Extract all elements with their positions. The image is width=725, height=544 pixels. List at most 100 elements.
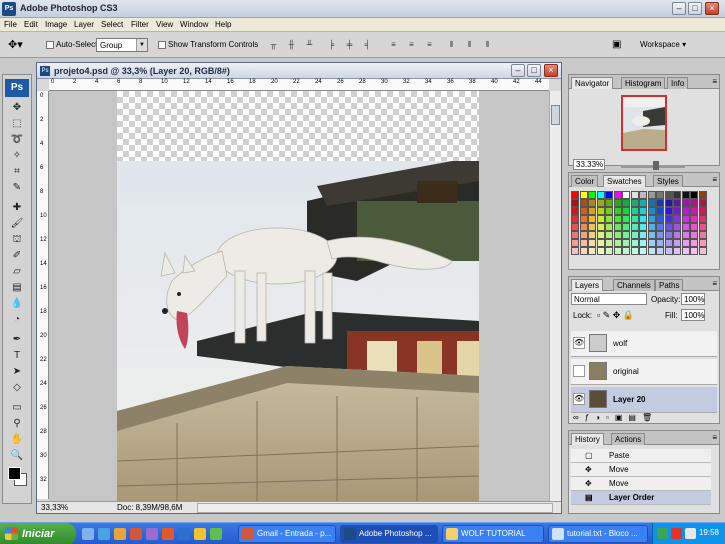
task-notepad[interactable]: tutorial.txt - Bloco ... (548, 525, 648, 543)
color-swatch[interactable] (588, 199, 596, 207)
color-swatch[interactable] (571, 239, 579, 247)
color-swatch[interactable] (698, 215, 707, 223)
app-icon[interactable] (210, 528, 222, 540)
color-swatch[interactable] (698, 239, 707, 247)
eraser-tool-icon[interactable]: ▱ (9, 265, 25, 279)
menu-help[interactable]: Help (215, 20, 231, 29)
distribute-bottom-icon[interactable]: ≡ (424, 40, 435, 50)
color-swatch[interactable] (579, 207, 588, 215)
align-left-icon[interactable]: ╞ (326, 40, 337, 50)
layer-row-original[interactable]: original (571, 359, 717, 385)
show-desktop-icon[interactable] (82, 528, 94, 540)
color-swatch[interactable] (605, 191, 613, 199)
gradient-tool-icon[interactable]: ▤ (9, 281, 25, 295)
color-swatch[interactable] (579, 223, 588, 231)
color-swatch[interactable] (647, 199, 656, 207)
color-swatch[interactable] (647, 207, 656, 215)
color-swatch[interactable] (698, 247, 707, 255)
app-icon[interactable] (178, 528, 190, 540)
color-swatch[interactable] (690, 191, 698, 199)
color-swatch[interactable] (630, 191, 639, 199)
distribute-vcenter-icon[interactable]: ≡ (406, 40, 417, 50)
eye-icon[interactable]: 👁 (573, 393, 585, 405)
color-swatch[interactable] (656, 215, 664, 223)
doc-minimize-button[interactable]: – (511, 64, 525, 77)
color-swatch[interactable] (596, 215, 605, 223)
color-swatch[interactable] (579, 231, 588, 239)
color-swatch[interactable] (571, 207, 579, 215)
color-swatch[interactable] (639, 191, 647, 199)
fill-field[interactable]: 100% (681, 309, 705, 321)
color-swatch[interactable] (571, 191, 579, 199)
dodge-tool-icon[interactable]: ◔ (9, 313, 25, 327)
color-swatch[interactable] (613, 231, 622, 239)
color-swatch[interactable] (673, 207, 681, 215)
history-item[interactable]: ▢ Paste (571, 449, 711, 463)
menu-select[interactable]: Select (101, 20, 123, 29)
tab-info[interactable]: Info (667, 77, 689, 89)
move-tool-icon[interactable]: ✥ (9, 101, 25, 115)
color-swatch[interactable] (698, 231, 707, 239)
color-swatch[interactable] (664, 239, 673, 247)
color-swatch[interactable] (656, 231, 664, 239)
color-swatch[interactable] (588, 215, 596, 223)
color-swatch[interactable] (571, 247, 579, 255)
vertical-scrollbar[interactable] (549, 91, 561, 501)
network-icon[interactable] (657, 528, 668, 539)
color-swatch[interactable] (613, 239, 622, 247)
color-swatch[interactable] (588, 207, 596, 215)
align-bottom-icon[interactable]: ╨ (304, 40, 315, 50)
color-swatch[interactable] (664, 247, 673, 255)
color-swatch[interactable] (596, 207, 605, 215)
auto-select-dropdown[interactable]: Group ▼ (96, 38, 148, 52)
swatch-grid[interactable] (571, 191, 707, 255)
color-swatch[interactable] (622, 207, 630, 215)
color-swatch[interactable] (622, 247, 630, 255)
ie-icon[interactable] (98, 528, 110, 540)
color-swatch[interactable] (605, 199, 613, 207)
color-swatch[interactable] (596, 239, 605, 247)
history-item-selected[interactable]: ▤ Layer Order (571, 491, 711, 505)
pen-tool-icon[interactable]: ✒ (9, 333, 25, 347)
color-swatch[interactable] (622, 215, 630, 223)
color-swatch[interactable] (664, 215, 673, 223)
menu-image[interactable]: Image (45, 20, 67, 29)
distribute-hcenter-icon[interactable]: ⦀ (464, 40, 475, 50)
menu-filter[interactable]: Filter (131, 20, 149, 29)
color-swatch[interactable] (664, 207, 673, 215)
color-swatch[interactable] (579, 199, 588, 207)
color-swatch[interactable] (673, 191, 681, 199)
blend-mode-dropdown[interactable]: Normal (571, 293, 647, 305)
color-swatch[interactable] (656, 223, 664, 231)
color-swatch[interactable] (690, 239, 698, 247)
color-swatch[interactable] (613, 191, 622, 199)
color-swatch[interactable] (639, 215, 647, 223)
navigator-zoom-field[interactable]: 33.33% (573, 159, 605, 170)
color-swatch[interactable] (698, 191, 707, 199)
color-swatch[interactable] (605, 247, 613, 255)
lock-icons[interactable]: ▫ ✎ ✥ 🔒 (597, 310, 634, 321)
panel-menu-icon[interactable]: ≡ (712, 175, 717, 184)
shape-tool-icon[interactable]: ◇ (9, 381, 25, 395)
eyedropper-tool-icon[interactable]: ⚲ (9, 417, 25, 431)
menu-window[interactable]: Window (180, 20, 208, 29)
tab-swatches[interactable]: Swatches (603, 175, 646, 187)
workspace-menu[interactable]: Workspace ▾ (640, 40, 686, 49)
menu-layer[interactable]: Layer (74, 20, 94, 29)
eye-icon[interactable]: 👁 (573, 337, 585, 349)
color-swatch[interactable] (681, 223, 690, 231)
color-swatch[interactable] (622, 239, 630, 247)
color-swatch[interactable] (656, 247, 664, 255)
scrollbar-thumb[interactable] (551, 105, 560, 125)
color-swatch[interactable] (588, 223, 596, 231)
tab-actions[interactable]: Actions (611, 433, 646, 445)
color-swatch[interactable] (681, 207, 690, 215)
color-swatch[interactable] (588, 239, 596, 247)
panel-menu-icon[interactable]: ≡ (712, 279, 717, 288)
color-swatch[interactable] (690, 199, 698, 207)
color-swatch[interactable] (681, 239, 690, 247)
color-swatch[interactable] (698, 199, 707, 207)
crop-tool-icon[interactable]: ⌗ (9, 165, 25, 179)
marquee-tool-icon[interactable]: ⬚ (9, 117, 25, 131)
color-swatch[interactable] (605, 231, 613, 239)
